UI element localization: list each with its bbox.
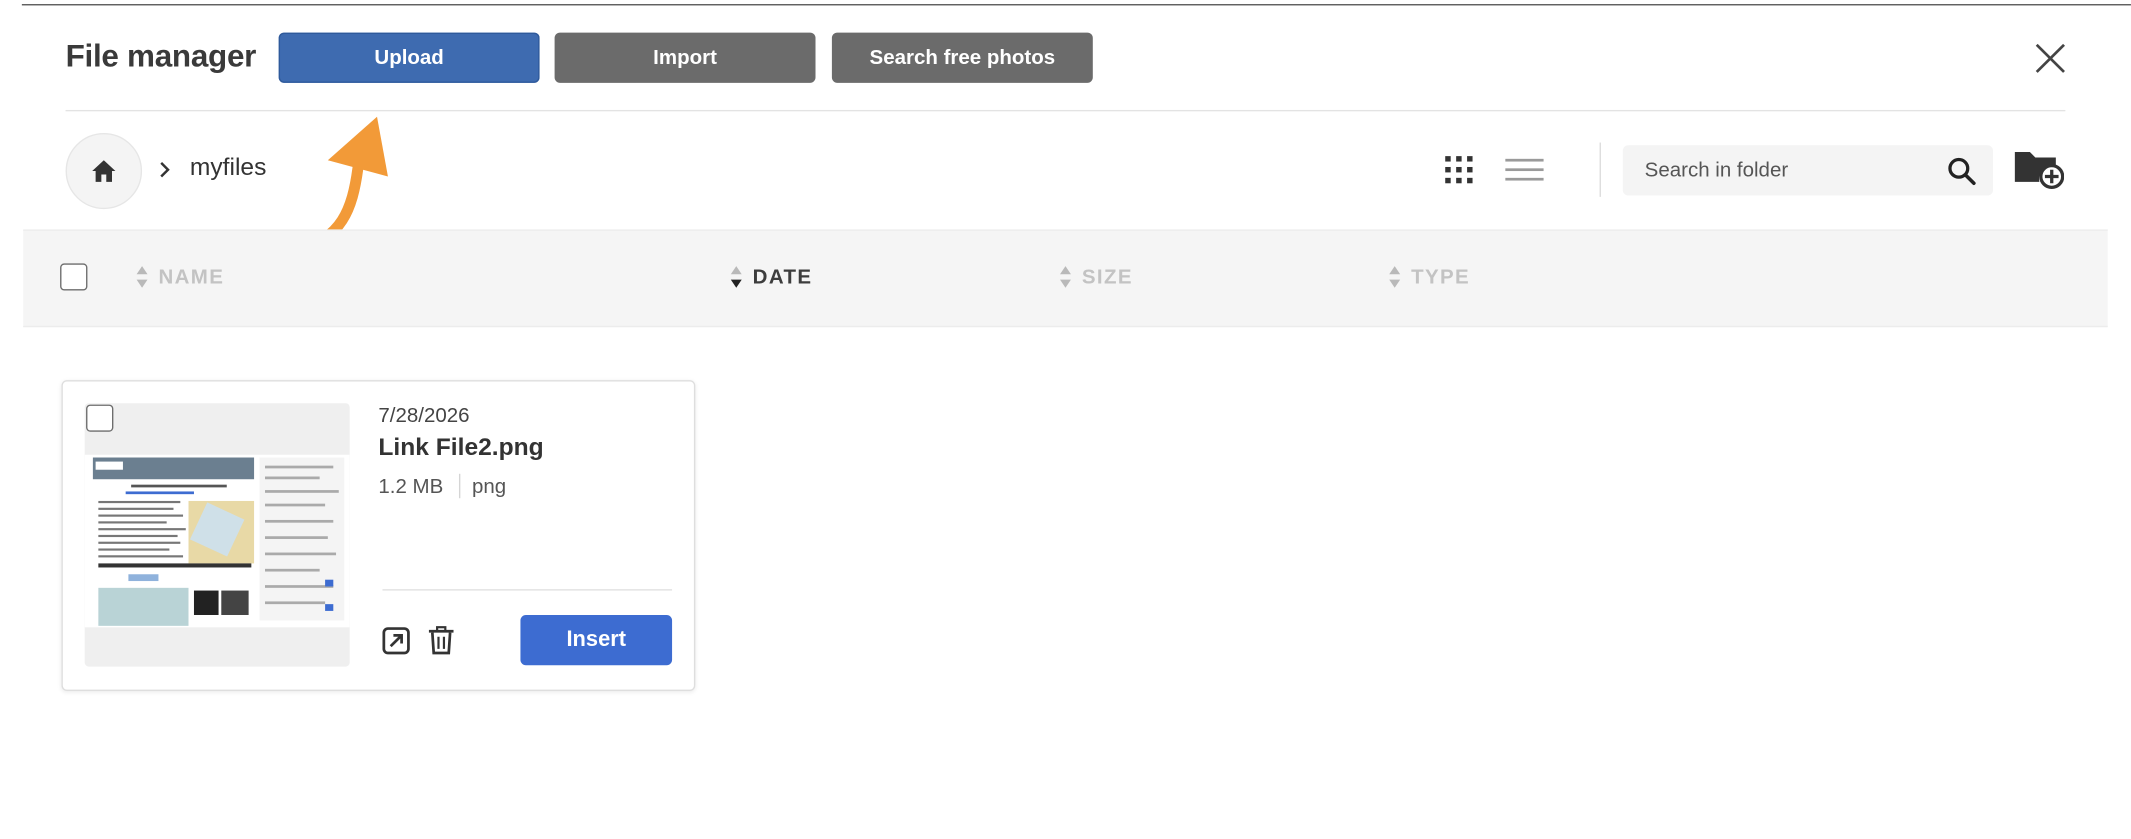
insert-button[interactable]: Insert — [520, 614, 673, 666]
sort-icon — [136, 266, 148, 288]
file-thumbnail[interactable] — [84, 403, 350, 667]
grid-view-icon[interactable] — [1442, 153, 1475, 186]
column-label: TYPE — [1411, 265, 1471, 289]
select-all-checkbox[interactable] — [60, 263, 88, 291]
chevron-right-icon — [160, 162, 170, 178]
thumbnail-image — [84, 454, 350, 628]
list-view-icon[interactable] — [1504, 156, 1545, 183]
column-header-size[interactable]: SIZE — [1059, 263, 1133, 290]
meta-divider — [458, 473, 460, 499]
column-label: NAME — [158, 265, 225, 289]
file-date: 7/28/2026 — [378, 404, 470, 428]
file-type: png — [471, 474, 507, 498]
table-header: NAME DATE SIZE TYPE — [23, 229, 2108, 328]
column-label: DATE — [752, 265, 813, 289]
search-icon[interactable] — [1947, 156, 1977, 186]
search-free-photos-button[interactable]: Search free photos — [831, 32, 1093, 83]
upload-button[interactable]: Upload — [278, 32, 540, 83]
search-input[interactable] — [1622, 145, 1959, 196]
sort-desc-icon — [730, 266, 742, 288]
trash-icon[interactable] — [428, 626, 455, 656]
column-header-date[interactable]: DATE — [729, 263, 812, 290]
card-divider — [382, 589, 673, 591]
page-title: File manager — [65, 38, 257, 74]
home-button[interactable] — [65, 133, 143, 210]
file-card[interactable]: 7/28/2026 Link File2.png 1.2 MB png Inse… — [61, 380, 696, 692]
file-select-checkbox[interactable] — [86, 404, 114, 432]
breadcrumb-item-myfiles[interactable]: myfiles — [190, 153, 267, 182]
toolbar-divider — [1599, 142, 1601, 197]
file-meta: 1.2 MB png — [378, 473, 507, 499]
sort-icon — [1060, 266, 1071, 288]
close-icon[interactable] — [2030, 38, 2071, 79]
file-size: 1.2 MB — [378, 474, 444, 498]
folder-search — [1622, 145, 1993, 196]
import-button[interactable]: Import — [554, 32, 816, 83]
new-folder-icon[interactable] — [2012, 147, 2065, 190]
column-header-name[interactable]: NAME — [135, 263, 224, 290]
column-label: SIZE — [1081, 265, 1133, 289]
top-divider — [21, 4, 2131, 6]
column-header-type[interactable]: TYPE — [1388, 263, 1470, 290]
home-icon — [92, 160, 116, 182]
file-name[interactable]: Link File2.png — [378, 433, 543, 462]
sort-icon — [1389, 266, 1401, 288]
open-external-icon[interactable] — [381, 626, 411, 656]
